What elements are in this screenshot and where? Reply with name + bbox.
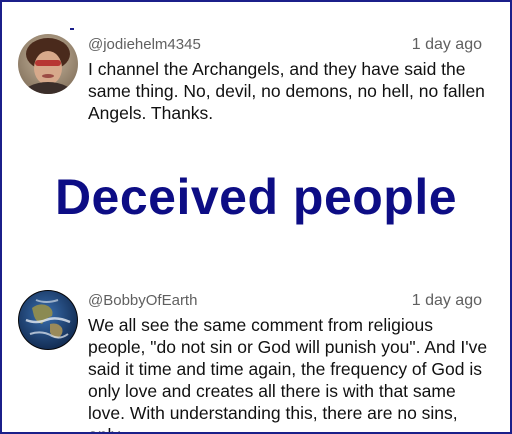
user-avatar[interactable] <box>18 34 78 94</box>
comment-item: @jodiehelm4345 1 day ago I channel the A… <box>2 32 510 132</box>
comment-timestamp[interactable]: 1 day ago <box>412 292 482 310</box>
comment-author-handle[interactable]: @BobbyOfEarth <box>88 292 197 309</box>
user-avatar[interactable] <box>18 290 78 350</box>
comment-text: We all see the same comment from religio… <box>88 315 488 432</box>
comment-author-handle[interactable]: @jodiehelm4345 <box>88 36 201 53</box>
overlay-caption: Deceived people <box>54 169 458 225</box>
comment-item: @BobbyOfEarth 1 day ago We all see the s… <box>2 288 510 432</box>
comment-timestamp[interactable]: 1 day ago <box>412 36 482 54</box>
comment-text: I channel the Archangels, and they have … <box>88 59 485 123</box>
top-mark <box>70 28 74 30</box>
screenshot-frame: @jodiehelm4345 1 day ago I channel the A… <box>0 0 512 434</box>
avatar-portrait-icon <box>18 34 78 94</box>
earth-globe-icon <box>18 290 78 350</box>
